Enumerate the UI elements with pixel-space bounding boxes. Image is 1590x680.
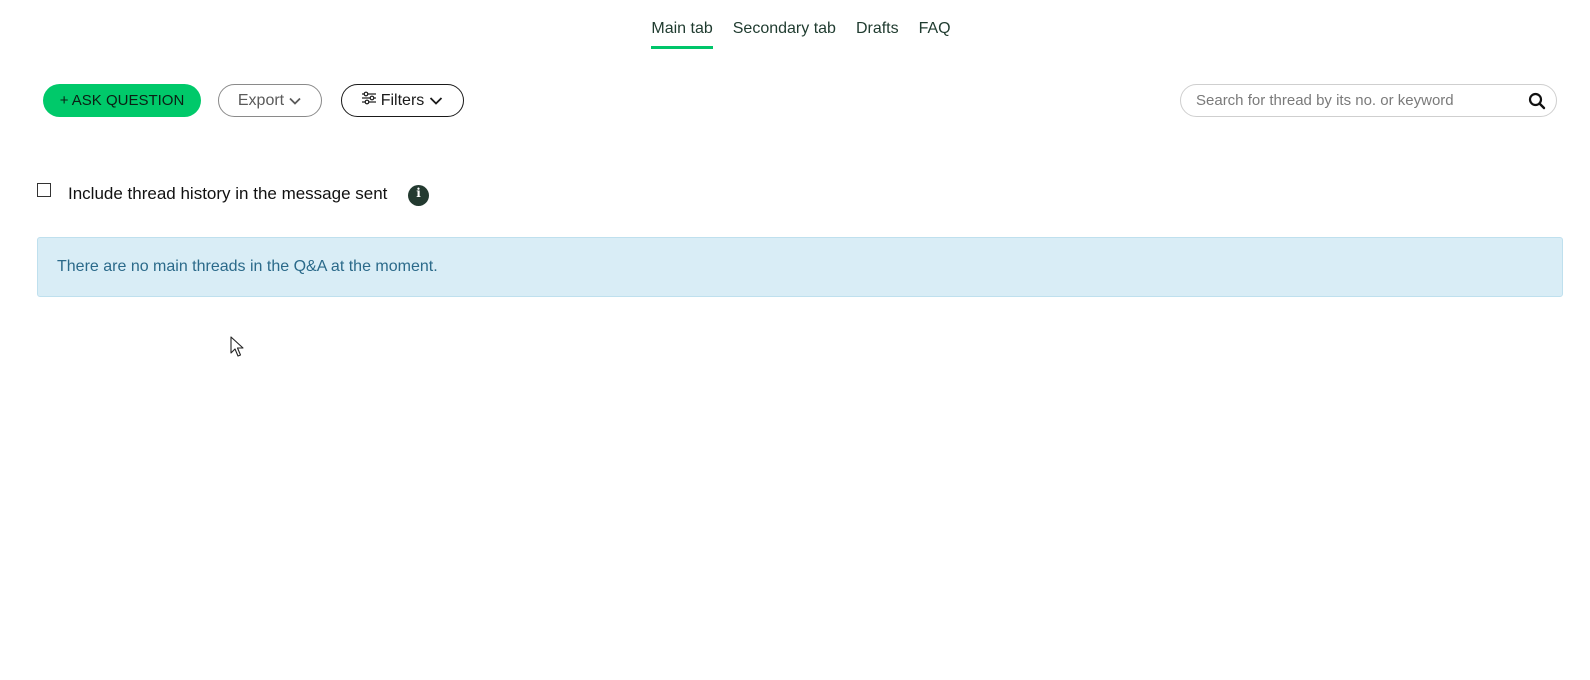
- include-history-checkbox[interactable]: [37, 183, 51, 197]
- qa-page: Main tab Secondary tab Drafts FAQ + ASK …: [0, 0, 1590, 680]
- sliders-icon: [361, 90, 377, 111]
- filters-label: Filters: [380, 91, 425, 109]
- search-icon[interactable]: [1528, 92, 1546, 110]
- include-history-label: Include thread history in the message se…: [68, 184, 388, 203]
- ask-question-label: + ASK QUESTION: [59, 92, 185, 109]
- mouse-pointer-icon: [230, 336, 244, 363]
- tab-drafts[interactable]: Drafts: [856, 20, 899, 49]
- tab-main[interactable]: Main tab: [651, 20, 713, 49]
- search-input[interactable]: [1194, 91, 1528, 110]
- tab-secondary[interactable]: Secondary tab: [733, 20, 836, 49]
- export-dropdown-button[interactable]: Export: [218, 84, 322, 117]
- filters-dropdown-button[interactable]: Filters: [341, 84, 464, 117]
- chevron-down-icon: [428, 93, 444, 109]
- chevron-down-icon: [288, 94, 302, 108]
- export-label: Export: [237, 91, 285, 109]
- tab-bar: Main tab Secondary tab Drafts FAQ: [0, 20, 1590, 49]
- ask-question-button[interactable]: + ASK QUESTION: [43, 84, 201, 117]
- info-icon[interactable]: i: [408, 185, 429, 206]
- empty-state-alert: There are no main threads in the Q&A at …: [37, 237, 1563, 297]
- tab-faq[interactable]: FAQ: [919, 20, 951, 49]
- empty-state-message: There are no main threads in the Q&A at …: [57, 258, 438, 275]
- search-box: [1180, 84, 1557, 117]
